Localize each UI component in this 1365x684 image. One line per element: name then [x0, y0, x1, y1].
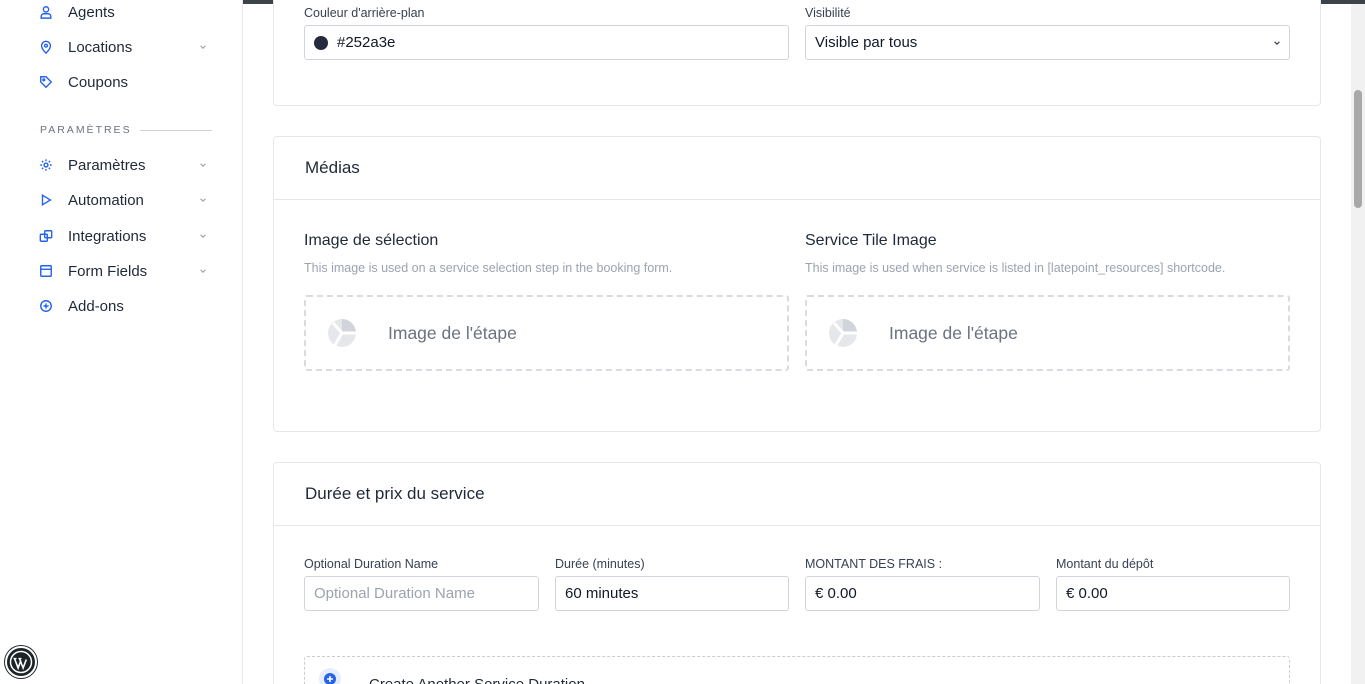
duration-label: Durée (minutes) — [555, 557, 645, 571]
deposit-value: € 0.00 — [1066, 585, 1108, 602]
bg-color-label: Couleur d'arrière-plan — [304, 6, 425, 20]
image-placeholder-icon — [328, 319, 356, 347]
duration-value: 60 minutes — [565, 585, 639, 602]
sidebar-item-label: Paramètres — [68, 156, 146, 174]
bg-color-input[interactable]: #252a3e — [304, 25, 789, 60]
selection-image-upload[interactable]: Image de l'étape — [304, 295, 789, 371]
media-card: Médias — [273, 136, 1321, 432]
tile-image-title: Service Tile Image — [805, 232, 937, 249]
chevron-down-icon — [198, 231, 208, 241]
sidebar-item-label: Integrations — [68, 227, 147, 245]
tag-icon — [38, 74, 54, 90]
deposit-label: Montant du dépôt — [1056, 557, 1154, 571]
chevron-down-icon — [198, 42, 208, 52]
sidebar-item-add-ons[interactable]: Add-ons — [38, 294, 208, 318]
sidebar-item-label: Agents — [68, 3, 115, 21]
duration-card-title: Durée et prix du service — [274, 463, 1320, 526]
form-icon — [38, 263, 54, 279]
image-placeholder-icon — [829, 319, 857, 347]
charge-label: MONTANT DES FRAIS : — [805, 557, 943, 571]
optional-name-placeholder: Optional Duration Name — [314, 585, 475, 602]
scrollbar-thumb[interactable] — [1354, 90, 1362, 208]
chevron-down-icon — [198, 195, 208, 205]
charge-input[interactable]: € 0.00 — [805, 576, 1040, 611]
gear-icon — [38, 157, 54, 173]
chevron-down-icon — [1274, 41, 1280, 46]
media-card-title: Médias — [274, 137, 1320, 200]
play-icon — [38, 192, 54, 208]
sidebar-item-label: Form Fields — [68, 262, 148, 280]
duration-input[interactable]: 60 minutes — [555, 576, 789, 611]
upload-label: Image de l'étape — [388, 322, 517, 343]
integrations-icon — [38, 228, 54, 244]
visibility-select[interactable]: Visible par tous — [805, 25, 1290, 60]
charge-value: € 0.00 — [815, 585, 857, 602]
sidebar-item-locations[interactable]: Locations — [38, 35, 208, 59]
sidebar-item-label: Coupons — [68, 73, 129, 91]
optional-name-input[interactable]: Optional Duration Name — [304, 576, 539, 611]
sidebar-item-label: Add-ons — [68, 297, 124, 315]
sidebar-item-parametres[interactable]: Paramètres — [38, 153, 208, 177]
section-divider — [139, 129, 212, 131]
section-title-text: PARAMÈTRES — [40, 124, 132, 136]
plus-icon — [319, 668, 341, 684]
chevron-down-icon — [198, 160, 208, 170]
sidebar-item-automation[interactable]: Automation — [38, 188, 208, 212]
sidebar-item-agents[interactable]: Agents — [38, 0, 208, 24]
bg-color-value: #252a3e — [337, 34, 396, 51]
user-icon — [38, 4, 54, 20]
plus-circle-icon — [38, 298, 54, 314]
sidebar-item-coupons[interactable]: Coupons — [38, 70, 208, 94]
duration-card: Durée et prix du service — [273, 462, 1321, 684]
page-scrollbar[interactable] — [1351, 4, 1365, 684]
sidebar-item-form-fields[interactable]: Form Fields — [38, 259, 208, 283]
add-duration-label: Create Another Service Duration — [369, 676, 585, 684]
deposit-input[interactable]: € 0.00 — [1056, 576, 1290, 611]
wordpress-logo-icon[interactable] — [5, 646, 37, 678]
optional-name-label: Optional Duration Name — [304, 557, 439, 571]
sidebar-section-title: PARAMÈTRES — [40, 124, 212, 136]
sidebar-item-label: Locations — [68, 38, 133, 56]
visibility-label: Visibilité — [805, 6, 851, 20]
tile-image-description: This image is used when service is liste… — [805, 261, 1226, 275]
selection-image-title: Image de sélection — [304, 232, 439, 249]
add-service-duration-button[interactable]: Create Another Service Duration — [304, 656, 1290, 684]
chevron-down-icon — [198, 266, 208, 276]
tile-image-upload[interactable]: Image de l'étape — [805, 295, 1290, 371]
visibility-value: Visible par tous — [815, 34, 918, 51]
color-swatch[interactable] — [314, 35, 328, 50]
sidebar-item-integrations[interactable]: Integrations — [38, 224, 208, 248]
map-pin-icon — [38, 39, 54, 55]
sidebar-item-label: Automation — [68, 191, 144, 209]
sidebar: Agents Locations Coupons PARAMÈTRES Para… — [0, 0, 243, 684]
upload-label: Image de l'étape — [889, 322, 1018, 343]
selection-image-description: This image is used on a service selectio… — [304, 261, 673, 275]
